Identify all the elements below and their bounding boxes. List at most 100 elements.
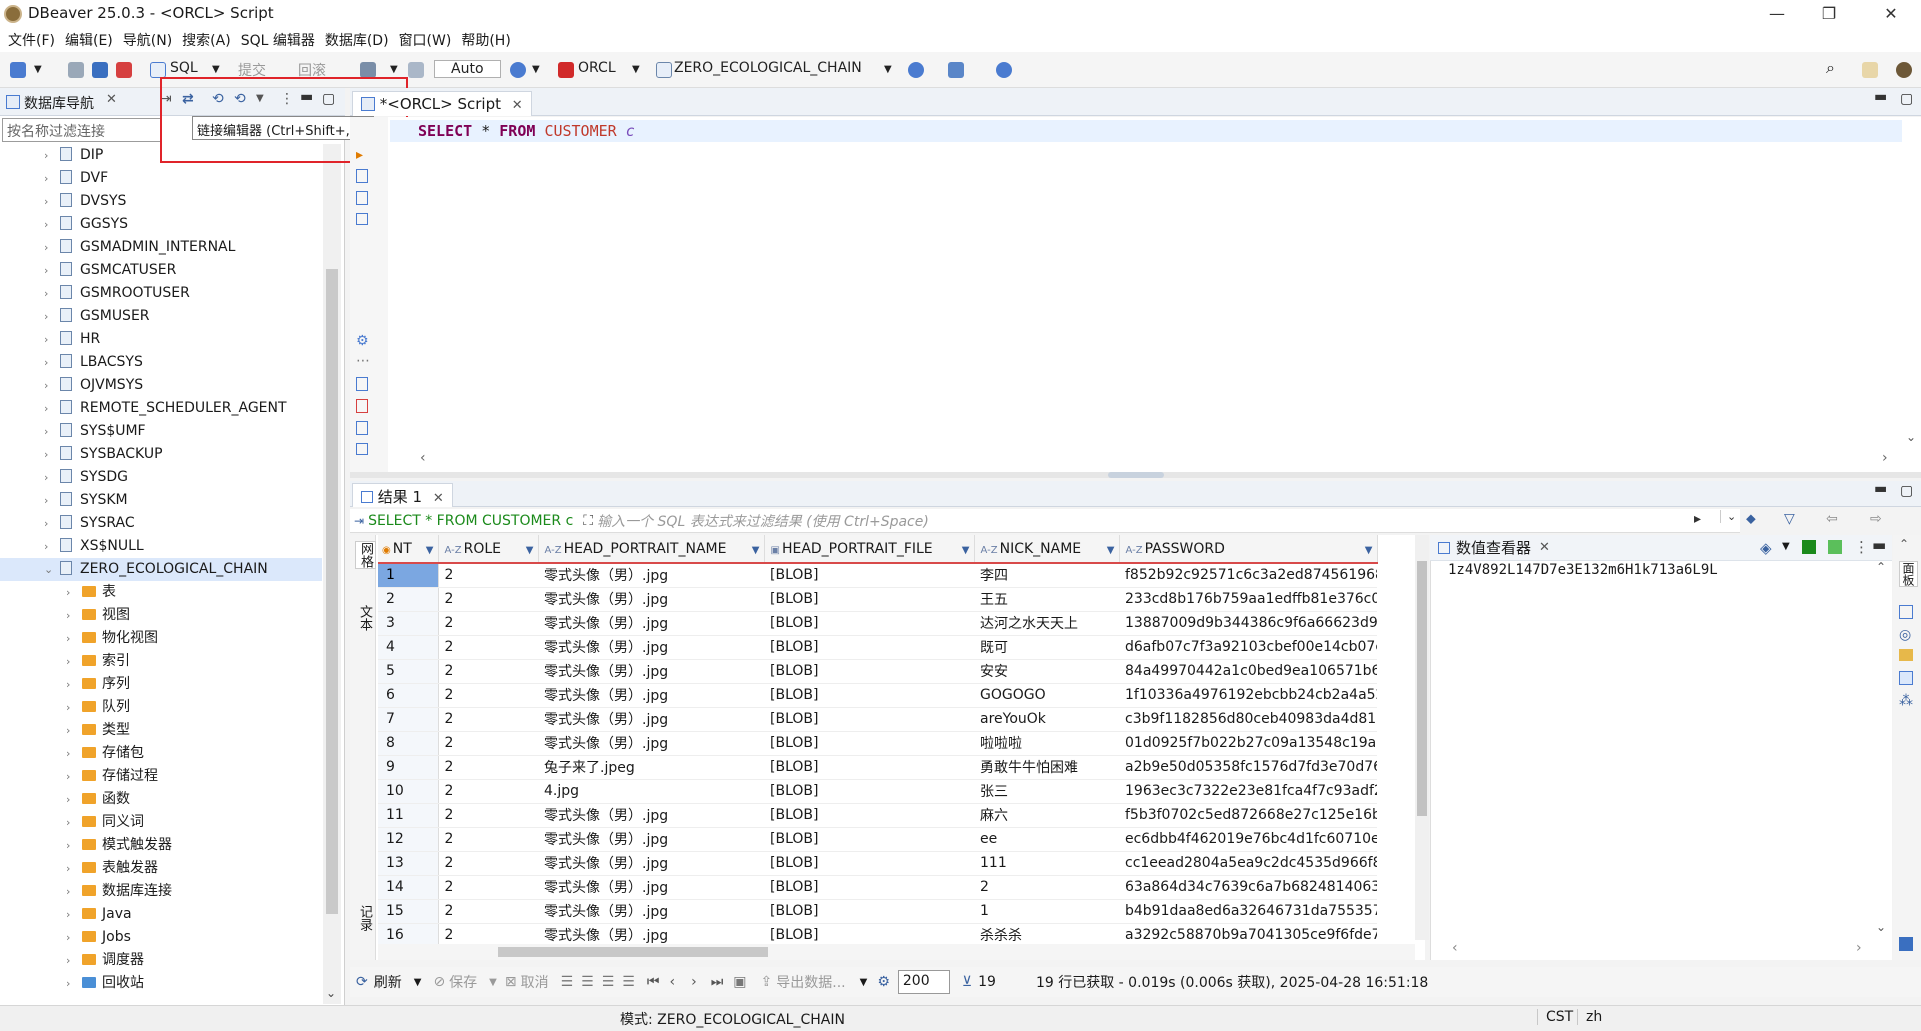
- search-tools-icon[interactable]: [996, 62, 1012, 78]
- role-cell[interactable]: 2: [438, 707, 538, 732]
- nick-name-cell[interactable]: areYouOk: [974, 707, 1119, 732]
- navigator-tab[interactable]: 数据库导航: [24, 93, 94, 113]
- filter-settings-icon[interactable]: ▽: [1784, 511, 1795, 527]
- record-view-tab[interactable]: 记录: [355, 905, 374, 931]
- grid-view-tab[interactable]: 网格: [355, 541, 376, 569]
- head-portrait-name-cell[interactable]: 零式头像（男）.jpg: [538, 707, 764, 732]
- query-label[interactable]: SELECT * FROM CUSTOMER c: [368, 513, 573, 529]
- head-portrait-name-cell[interactable]: 零式头像（男）.jpg: [538, 659, 764, 684]
- filter-history-dropdown-icon[interactable]: ⌄: [1720, 510, 1736, 523]
- row-number-cell[interactable]: 3: [378, 611, 439, 636]
- row-number-cell[interactable]: 8: [378, 731, 439, 756]
- row-number-cell[interactable]: 2: [378, 587, 439, 612]
- password-cell[interactable]: 1f10336a4976192ebcbb24cb2a4a5217: [1119, 683, 1377, 708]
- column-header[interactable]: A-Z PASSWORD ▼: [1119, 535, 1378, 564]
- role-cell[interactable]: 2: [438, 611, 538, 636]
- tree-node-folder[interactable]: › 调度器: [66, 949, 144, 972]
- head-portrait-file-cell[interactable]: [BLOB]: [764, 707, 974, 732]
- close-results-icon[interactable]: ✕: [433, 491, 444, 506]
- previous-page-icon[interactable]: ‹: [669, 974, 675, 990]
- maximize-editor-icon[interactable]: ▢: [1900, 91, 1913, 107]
- save-dropdown-icon[interactable]: ▼: [489, 977, 497, 988]
- table-row[interactable]: 8 2 零式头像（男）.jpg [BLOB] 啦啦啦 01d0925f7b022b27c0…: [378, 731, 1377, 756]
- grid-vertical-scrollbar[interactable]: [1415, 535, 1429, 940]
- sql-button[interactable]: SQL: [170, 60, 198, 76]
- tree-node-schema[interactable]: › SYSRAC: [44, 512, 135, 535]
- viewer-scroll-down-icon[interactable]: ⌄: [1876, 920, 1886, 934]
- invalidate-icon[interactable]: [92, 62, 108, 78]
- editor-results-splitter[interactable]: [350, 472, 1921, 478]
- copy-row-icon[interactable]: ☰: [602, 974, 615, 990]
- tree-node-schema[interactable]: › GSMCATUSER: [44, 259, 176, 282]
- scroll-left-icon[interactable]: ‹: [420, 450, 426, 466]
- head-portrait-file-cell[interactable]: [BLOB]: [764, 683, 974, 708]
- fetch-all-icon[interactable]: ▣: [733, 974, 746, 990]
- delete-row-icon[interactable]: ☰: [622, 974, 635, 990]
- tree-node-schema[interactable]: › XS$NULL: [44, 535, 144, 558]
- table-row[interactable]: 5 2 零式头像（男）.jpg [BLOB] 安安 84a49970442a1c0bed9…: [378, 659, 1377, 684]
- maximize-button[interactable]: ❐: [1803, 0, 1855, 28]
- password-cell[interactable]: 63a864d34c7639c6a7b6824814063613: [1119, 875, 1377, 900]
- maximize-results-icon[interactable]: ▢: [1900, 483, 1913, 499]
- password-cell[interactable]: 01d0925f7b022b27c09a13548c19a023: [1119, 731, 1377, 756]
- text-view-tab[interactable]: 文本: [355, 605, 374, 631]
- active-schema[interactable]: ZERO_ECOLOGICAL_CHAIN: [674, 60, 862, 76]
- close-script-icon[interactable]: ✕: [512, 98, 523, 113]
- role-cell[interactable]: 2: [438, 899, 538, 924]
- table-row[interactable]: 6 2 零式头像（男）.jpg [BLOB] GOGOGO 1f10336a4976192…: [378, 683, 1377, 708]
- tree-node-schema[interactable]: › GSMUSER: [44, 305, 150, 328]
- schema-dropdown-icon[interactable]: ▼: [884, 64, 892, 75]
- row-number-cell[interactable]: 6: [378, 683, 439, 708]
- panels-toggle-icon[interactable]: ⌃: [1899, 537, 1909, 551]
- apply-filter-icon[interactable]: ▸: [1694, 511, 1701, 527]
- row-number-cell[interactable]: 10: [378, 779, 439, 804]
- role-cell[interactable]: 2: [438, 851, 538, 876]
- minimize-viewer-icon[interactable]: ▬: [1872, 536, 1886, 554]
- head-portrait-name-cell[interactable]: 零式头像（男）.jpg: [538, 827, 764, 852]
- row-number-cell[interactable]: 14: [378, 875, 439, 900]
- password-cell[interactable]: a2b9e50d05358fc1576d7fd3e70d761c: [1119, 755, 1377, 780]
- first-page-icon[interactable]: ⏮: [647, 974, 660, 990]
- tree-node-folder[interactable]: › 函数: [66, 788, 130, 811]
- tree-node-folder[interactable]: › 类型: [66, 719, 130, 742]
- head-portrait-name-cell[interactable]: 零式头像（男）.jpg: [538, 899, 764, 924]
- close-button[interactable]: ✕: [1865, 0, 1917, 28]
- active-connection[interactable]: ORCL: [578, 60, 616, 76]
- history-dropdown-icon[interactable]: ▼: [532, 64, 540, 75]
- nick-name-cell[interactable]: 安安: [974, 659, 1119, 684]
- transaction-mode-icon[interactable]: [360, 62, 376, 78]
- tree-node-schema[interactable]: › GGSYS: [44, 213, 128, 236]
- tree-node-folder[interactable]: › 模式触发器: [66, 834, 172, 857]
- connection-filter-input[interactable]: 按名称过滤连接: [2, 118, 162, 142]
- tree-node-folder[interactable]: › 存储过程: [66, 765, 158, 788]
- password-cell[interactable]: cc1eead2804a5ea9c2dc4535d966f8eb: [1119, 851, 1377, 876]
- minimize-button[interactable]: —: [1751, 0, 1803, 28]
- tree-node-selected-schema[interactable]: ⌄ ZERO_ECOLOGICAL_CHAIN: [0, 558, 322, 581]
- value-viewer-text[interactable]: 1z4V892L147D7e3E132m6H1k713a6L9L: [1448, 562, 1718, 578]
- new-script-icon[interactable]: [356, 377, 368, 391]
- tree-node-folder[interactable]: › 回收站: [66, 972, 144, 995]
- head-portrait-file-cell[interactable]: [BLOB]: [764, 851, 974, 876]
- panels-tab[interactable]: 面板: [1899, 561, 1918, 587]
- nick-name-cell[interactable]: 既可: [974, 635, 1119, 660]
- table-row[interactable]: 13 2 零式头像（男）.jpg [BLOB] 111 cc1eead2804a5ea9c…: [378, 851, 1377, 876]
- tree-node-schema[interactable]: › DVF: [44, 167, 108, 190]
- viewer-scroll-up-icon[interactable]: ⌃: [1876, 560, 1886, 574]
- role-cell[interactable]: 2: [438, 803, 538, 828]
- nick-name-cell[interactable]: 麻六: [974, 803, 1119, 828]
- table-row[interactable]: 15 2 零式头像（男）.jpg [BLOB] 1 b4b91daa8ed6a326467…: [378, 899, 1377, 924]
- head-portrait-name-cell[interactable]: 兔子来了.jpeg: [538, 755, 764, 780]
- password-cell[interactable]: c3b9f1182856d80ceb40983da4d8114e: [1119, 707, 1377, 732]
- row-number-cell[interactable]: 7: [378, 707, 439, 732]
- tree-node-schema[interactable]: › GSMADMIN_INTERNAL: [44, 236, 235, 259]
- tree-node-folder[interactable]: › 队列: [66, 696, 130, 719]
- results-grid[interactable]: ◉ NT ▼ A-Z ROLE ▼ A-Z HEAD_PORTRAIT_NAME ▼ ▣ HE…: [350, 535, 1425, 960]
- row-number-cell[interactable]: 4: [378, 635, 439, 660]
- role-cell[interactable]: 2: [438, 563, 538, 588]
- editor-scroll-down-icon[interactable]: ⌄: [1906, 430, 1916, 444]
- nick-name-cell[interactable]: 啦啦啦: [974, 731, 1119, 756]
- tree-node-schema[interactable]: › SYS$UMF: [44, 420, 146, 443]
- row-number-cell[interactable]: 13: [378, 851, 439, 876]
- password-cell[interactable]: d6afb07c7f3a92103cbef00e14cb07cd: [1119, 635, 1377, 660]
- delete-script-icon[interactable]: [356, 399, 368, 413]
